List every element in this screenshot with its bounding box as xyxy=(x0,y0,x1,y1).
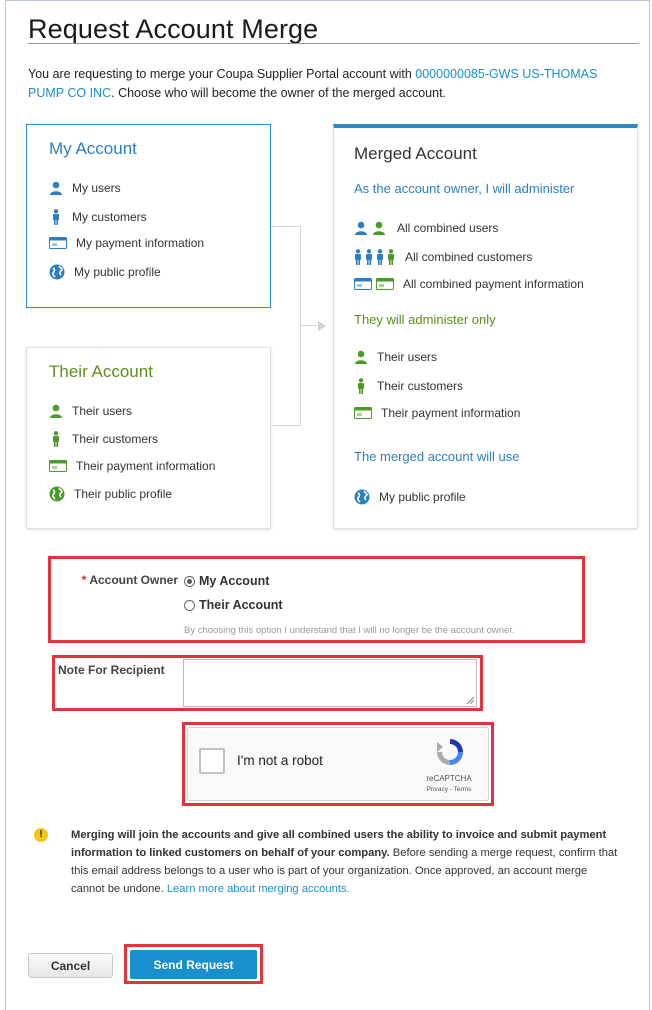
note-label: Note For Recipient xyxy=(58,663,165,677)
my-customers-label: My customers xyxy=(72,210,147,224)
users-icon xyxy=(354,221,388,235)
owner-option-mine[interactable]: My Account xyxy=(184,574,269,588)
their-account-title: Their Account xyxy=(49,362,153,381)
learn-more-link[interactable]: Learn more about merging accounts. xyxy=(167,883,350,895)
merged-account-title: Merged Account xyxy=(354,144,477,163)
their-administer-heading: They will administer only xyxy=(354,312,496,327)
merged-account-card: Merged Account As the account owner, I w… xyxy=(333,124,638,529)
warning-text: Merging will join the accounts and give … xyxy=(71,826,623,898)
merged-their-users-label: Their users xyxy=(377,350,438,364)
my-users-row: My users xyxy=(49,181,121,195)
payment-cards-icon xyxy=(354,278,394,290)
their-profile-label: Their public profile xyxy=(74,487,173,501)
intro-text: You are requesting to merge your Coupa S… xyxy=(28,65,628,103)
customer-icon xyxy=(357,378,365,394)
account-owner-label: * Account Owner xyxy=(82,573,178,587)
customer-icon xyxy=(52,209,60,225)
payment-card-icon xyxy=(354,407,372,419)
user-icon xyxy=(354,350,368,364)
customers-icon xyxy=(354,249,396,265)
globe-icon xyxy=(49,486,65,502)
merged-their-customers-row: Their customers xyxy=(354,378,463,394)
title-divider xyxy=(28,43,639,44)
my-profile-row: My public profile xyxy=(49,264,161,280)
my-payment-row: My payment information xyxy=(49,236,204,250)
user-icon xyxy=(49,404,63,418)
payment-card-icon xyxy=(49,237,67,249)
merged-use-heading: The merged account will use xyxy=(354,449,520,464)
resize-grip-icon[interactable] xyxy=(466,696,475,705)
owner-option-mine-label[interactable]: My Account xyxy=(199,574,269,588)
account-owner-label-text: Account Owner xyxy=(89,573,178,587)
captcha-checkbox[interactable] xyxy=(199,748,225,774)
combined-customers-row: All combined customers xyxy=(354,249,532,265)
merged-their-users-row: Their users xyxy=(354,350,437,364)
recaptcha-logo-icon xyxy=(437,739,463,765)
my-profile-label: My public profile xyxy=(74,265,161,279)
intro-text-end: . Choose who will become the owner of th… xyxy=(111,86,447,100)
their-customers-label: Their customers xyxy=(72,432,159,446)
my-payment-label: My payment information xyxy=(76,236,205,250)
globe-icon xyxy=(49,264,65,280)
globe-icon xyxy=(354,489,370,505)
merged-profile-label: My public profile xyxy=(379,490,466,504)
combined-payment-label: All combined payment information xyxy=(403,277,584,291)
payment-card-icon xyxy=(49,460,67,472)
note-input[interactable] xyxy=(183,659,477,707)
captcha-links[interactable]: Privacy - Terms xyxy=(421,786,477,793)
radio-my-account[interactable] xyxy=(184,575,195,587)
merged-their-customers-label: Their customers xyxy=(377,379,464,393)
their-users-label: Their users xyxy=(72,404,133,418)
captcha-brand: reCAPTCHA xyxy=(426,774,472,783)
warning-icon: ! xyxy=(34,828,48,842)
owner-administer-heading: As the account owner, I will administer xyxy=(354,181,575,196)
merge-arrow-icon xyxy=(318,321,326,331)
my-customers-row: My customers xyxy=(49,209,147,225)
owner-hint: By choosing this option I understand tha… xyxy=(184,625,515,636)
owner-option-theirs[interactable]: Their Account xyxy=(184,598,283,612)
their-payment-label: Their payment information xyxy=(76,459,216,473)
their-users-row: Their users xyxy=(49,404,132,418)
their-account-card: Their Account Their users Their customer… xyxy=(26,347,271,529)
radio-their-account[interactable] xyxy=(184,599,195,611)
page-title: Request Account Merge xyxy=(28,14,319,44)
user-icon xyxy=(49,181,63,195)
my-users-label: My users xyxy=(72,181,121,195)
combined-customers-label: All combined customers xyxy=(405,250,533,264)
send-request-button[interactable]: Send Request xyxy=(130,950,257,979)
combined-payment-row: All combined payment information xyxy=(354,277,584,291)
their-payment-row: Their payment information xyxy=(49,459,215,473)
merged-their-payment-row: Their payment information xyxy=(354,406,520,420)
recaptcha-widget: I'm not a robot reCAPTCHA Privacy - Term… xyxy=(187,727,489,801)
combined-users-row: All combined users xyxy=(354,221,498,235)
their-customers-row: Their customers xyxy=(49,431,158,447)
my-account-title: My Account xyxy=(49,139,137,158)
my-account-card: My Account My users My customers My paym… xyxy=(26,124,271,308)
merged-profile-row: My public profile xyxy=(354,489,466,505)
merge-connector xyxy=(271,226,301,426)
intro-text-start: You are requesting to merge your Coupa S… xyxy=(28,67,416,81)
captcha-label: I'm not a robot xyxy=(237,753,323,768)
cancel-button[interactable]: Cancel xyxy=(28,953,113,978)
their-profile-row: Their public profile xyxy=(49,486,172,502)
required-mark: * xyxy=(81,573,87,587)
customer-icon xyxy=(52,431,60,447)
owner-option-theirs-label[interactable]: Their Account xyxy=(199,598,283,612)
combined-users-label: All combined users xyxy=(397,221,499,235)
merged-their-payment-label: Their payment information xyxy=(381,406,521,420)
